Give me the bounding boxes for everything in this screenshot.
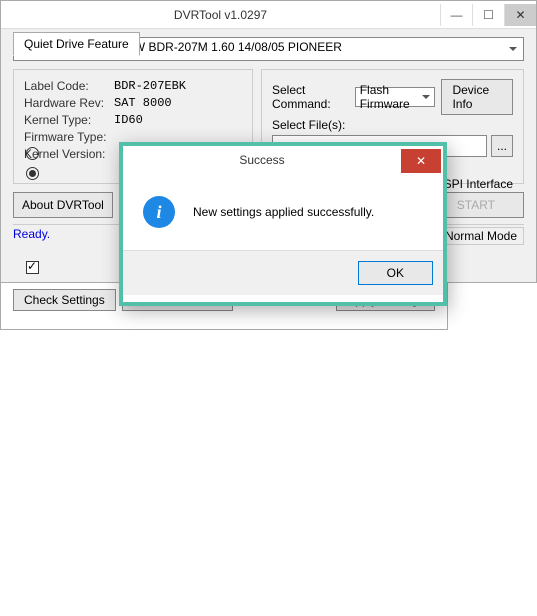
command-select[interactable]: Flash Firmware xyxy=(355,87,435,107)
kernel-type-label: Kernel Type: xyxy=(24,113,114,127)
aspi-label: ASPI Interface xyxy=(436,177,513,191)
kernel-type-value: ID60 xyxy=(114,113,143,127)
dialog-message: New settings applied successfully. xyxy=(193,205,374,219)
close-icon[interactable]: ✕ xyxy=(504,4,536,26)
success-dialog: Success ✕ i New settings applied success… xyxy=(119,142,447,306)
info-icon: i xyxy=(143,196,175,228)
dialog-close-icon[interactable]: ✕ xyxy=(401,149,441,173)
mode-text: Normal Mode xyxy=(438,227,524,245)
main-titlebar: DVRTool v1.0297 — ☐ ✕ xyxy=(1,1,536,29)
label-code-value: BDR-207EBK xyxy=(114,79,186,93)
maximize-icon[interactable]: ☐ xyxy=(472,4,504,26)
dialog-titlebar: Success ✕ xyxy=(123,146,443,174)
about-button[interactable]: About DVRTool xyxy=(13,192,113,218)
window-title: DVRTool v1.0297 xyxy=(1,8,440,22)
fw-type-label: Firmware Type: xyxy=(24,130,114,144)
hw-rev-label: Hardware Rev: xyxy=(24,96,114,110)
checkbox-icon xyxy=(26,261,39,274)
check-settings-button[interactable]: Check Settings xyxy=(13,289,116,311)
minimize-icon[interactable]: — xyxy=(440,4,472,26)
dialog-title: Success xyxy=(123,153,401,167)
device-info-button[interactable]: Device Info xyxy=(441,79,513,115)
select-files-label: Select File(s): xyxy=(272,118,345,132)
select-cmd-label: Select Command: xyxy=(272,83,351,111)
ok-button[interactable]: OK xyxy=(358,261,433,285)
hw-rev-value: SAT 8000 xyxy=(114,96,172,110)
browse-button[interactable]: ... xyxy=(491,135,513,157)
label-code-label: Label Code: xyxy=(24,79,114,93)
tab-quiet-drive[interactable]: Quiet Drive Feature xyxy=(13,32,140,56)
